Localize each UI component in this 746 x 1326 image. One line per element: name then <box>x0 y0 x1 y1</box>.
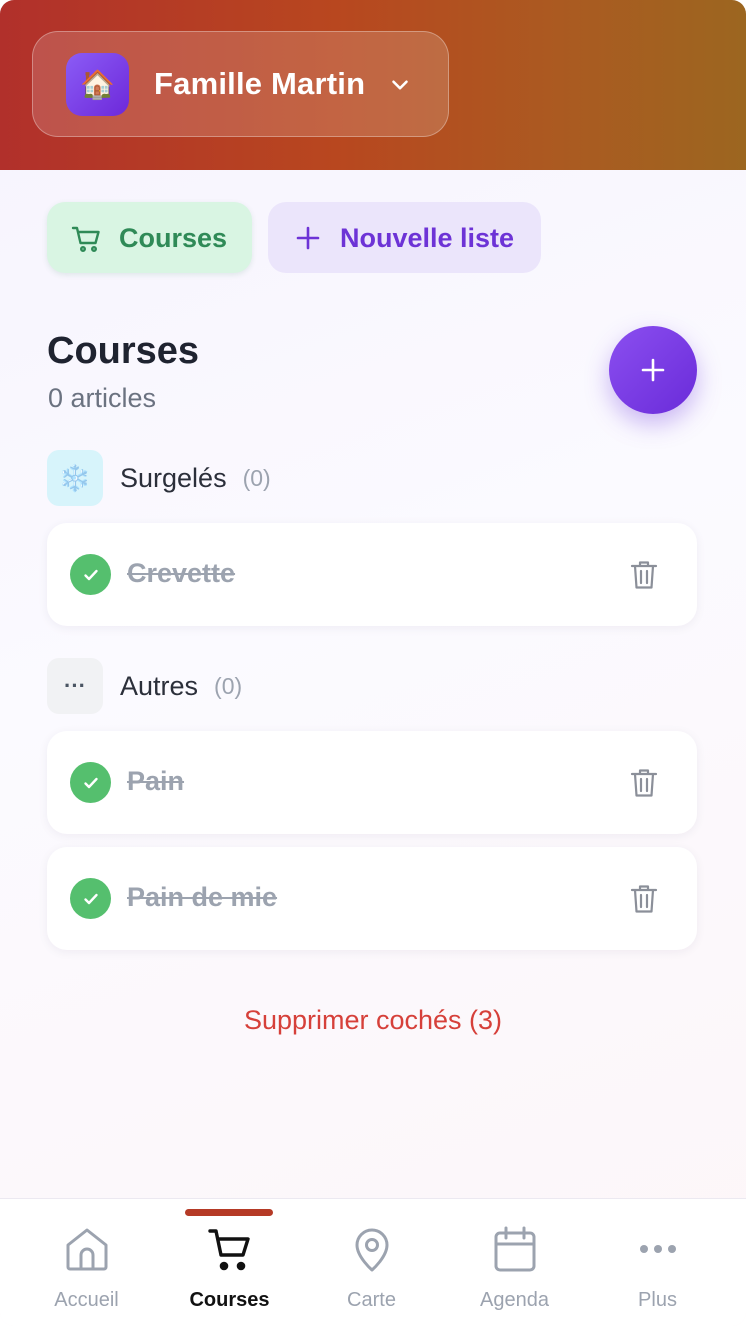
category-count: (0) <box>214 672 243 699</box>
more-icon <box>639 1245 676 1253</box>
nav-label: Plus <box>638 1289 677 1311</box>
nav-label: Carte <box>347 1289 396 1311</box>
item-label: Crevette <box>127 558 236 588</box>
family-name: Famille Martin <box>154 66 366 101</box>
bottom-nav: Accueil Courses Carte Agenda Plus <box>0 1198 746 1326</box>
check-icon <box>83 569 98 580</box>
cart-icon <box>71 226 100 253</box>
nav-item-plus[interactable]: Plus <box>586 1225 729 1320</box>
checked-checkbox[interactable] <box>70 554 111 595</box>
delete-checked-button[interactable]: Supprimer cochés (3) <box>0 1005 746 1036</box>
list-item[interactable]: Crevette <box>47 523 697 626</box>
check-icon <box>83 777 98 788</box>
add-item-button[interactable] <box>609 326 697 414</box>
nav-label: Courses <box>189 1289 270 1311</box>
trash-icon[interactable] <box>629 883 659 915</box>
chevron-down-icon <box>392 80 408 90</box>
new-list-button[interactable]: Nouvelle liste <box>268 202 541 273</box>
nav-item-accueil[interactable]: Accueil <box>15 1225 158 1320</box>
nav-label: Agenda <box>480 1289 549 1311</box>
family-switcher[interactable]: 🏠 Famille Martin <box>32 31 449 137</box>
header: 🏠 Famille Martin <box>0 0 746 170</box>
chip-label: Courses <box>119 223 228 253</box>
checked-checkbox[interactable] <box>70 878 111 919</box>
list-title: Courses <box>47 330 200 372</box>
trash-icon[interactable] <box>629 767 659 799</box>
house-icon: 🏠 <box>66 53 129 116</box>
category-count: (0) <box>242 464 271 491</box>
category-header-autres: ··· Autres (0) <box>47 658 242 714</box>
category-name: Autres <box>120 670 199 701</box>
plus-icon <box>296 226 320 250</box>
check-icon <box>83 893 98 904</box>
item-label: Pain <box>127 766 185 796</box>
list-item-count: 0 articles <box>48 383 157 413</box>
nav-item-courses[interactable]: Courses <box>158 1225 301 1320</box>
category-name: Surgelés <box>120 462 227 493</box>
category-header-surgeles: ❄️ Surgelés (0) <box>47 450 271 506</box>
nav-item-carte[interactable]: Carte <box>300 1225 443 1320</box>
plus-icon <box>641 358 665 382</box>
list-item[interactable]: Pain <box>47 731 697 834</box>
cart-icon <box>207 1229 250 1271</box>
app-screen: 🏠 Famille Martin Courses Nouvelle liste … <box>0 0 746 1326</box>
more-icon: ··· <box>47 658 103 714</box>
active-tab-indicator <box>185 1209 273 1216</box>
home-icon <box>66 1228 107 1271</box>
item-label: Pain de mie <box>127 882 278 912</box>
map-pin-icon <box>355 1228 388 1272</box>
calendar-icon <box>494 1226 535 1272</box>
trash-icon[interactable] <box>629 559 659 591</box>
nav-item-agenda[interactable]: Agenda <box>443 1225 586 1320</box>
list-item[interactable]: Pain de mie <box>47 847 697 950</box>
nav-label: Accueil <box>54 1289 119 1311</box>
checked-checkbox[interactable] <box>70 762 111 803</box>
snowflake-icon: ❄️ <box>47 450 103 506</box>
list-chip-courses[interactable]: Courses <box>47 202 252 273</box>
chip-label: Nouvelle liste <box>340 223 515 253</box>
